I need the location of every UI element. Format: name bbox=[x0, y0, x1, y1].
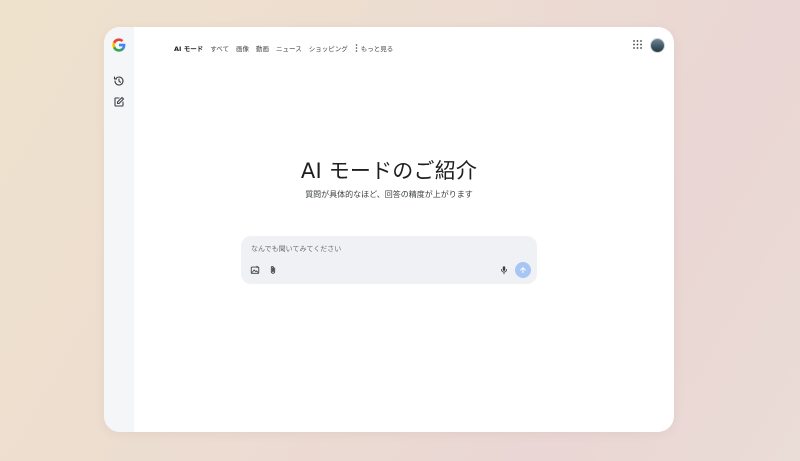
more-label: もっと見る bbox=[360, 45, 394, 53]
page-title: AI モードのご紹介 bbox=[300, 159, 478, 183]
google-logo[interactable] bbox=[111, 37, 127, 53]
page-subtitle: 質問が具体的なほど、回答の精度が上がります bbox=[305, 190, 473, 199]
tab-news[interactable]: ニュース bbox=[276, 43, 302, 53]
account-avatar[interactable] bbox=[650, 38, 665, 53]
tab-shopping[interactable]: ショッピング bbox=[309, 43, 348, 53]
tab-all[interactable]: すべて bbox=[210, 43, 229, 53]
search-box bbox=[241, 236, 537, 284]
tab-ai-mode[interactable]: AI モード bbox=[174, 43, 203, 53]
microphone-icon[interactable] bbox=[499, 265, 509, 275]
send-arrow-icon bbox=[520, 267, 526, 274]
search-input[interactable] bbox=[251, 242, 501, 255]
send-button[interactable] bbox=[515, 262, 531, 278]
search-mode-tabs: AI モード すべて 画像 動画 ニュース ショッピング もっと見る bbox=[174, 43, 393, 53]
more-vert-icon bbox=[355, 44, 358, 52]
sidebar bbox=[104, 27, 134, 432]
app-window: AI モード すべて 画像 動画 ニュース ショッピング もっと見る AI モー… bbox=[104, 27, 674, 432]
attach-icon[interactable] bbox=[268, 265, 278, 275]
image-upload-icon[interactable] bbox=[250, 265, 260, 275]
tab-videos[interactable]: 動画 bbox=[256, 43, 269, 53]
tab-images[interactable]: 画像 bbox=[236, 43, 249, 53]
history-icon[interactable] bbox=[113, 75, 125, 87]
more-menu[interactable]: もっと見る bbox=[355, 43, 394, 53]
new-chat-icon[interactable] bbox=[113, 96, 125, 108]
apps-grid-icon[interactable] bbox=[633, 40, 642, 49]
